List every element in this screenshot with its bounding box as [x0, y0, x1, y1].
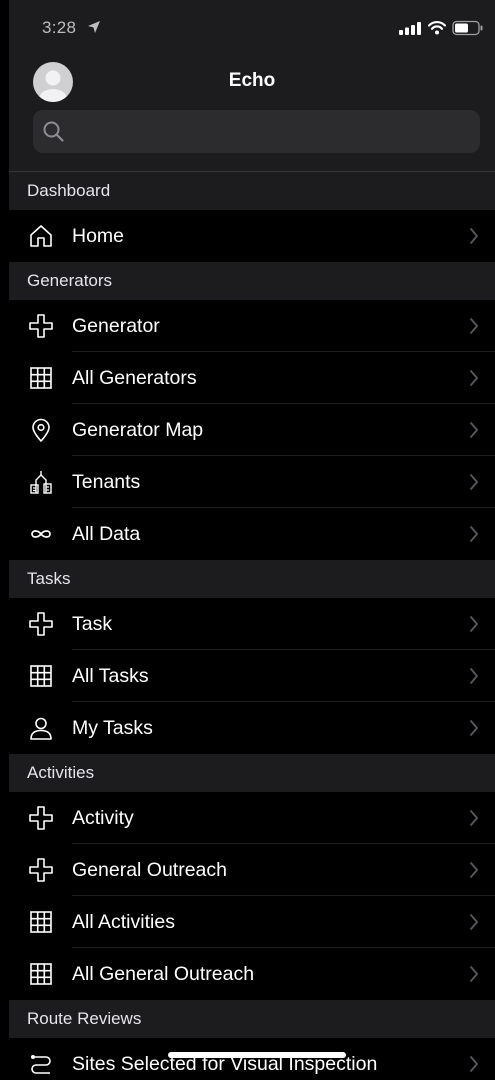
menu-item-all-data[interactable]: All Data	[9, 508, 495, 560]
infinity-icon	[31, 530, 51, 538]
grid-icon	[30, 911, 52, 933]
menu-list: Dashboard Home Generators Generator All Gene…	[9, 172, 495, 1080]
menu-item-all-activities[interactable]: All Activities	[9, 896, 495, 948]
menu-item-label: All Data	[72, 523, 141, 545]
route-icon	[31, 1055, 51, 1074]
menu-item-label: General Outreach	[72, 859, 228, 881]
wifi-icon	[428, 21, 446, 35]
menu-item-sites-selected-for-visual-inspection[interactable]: Sites Selected for Visual Inspection	[9, 1038, 495, 1080]
screen-left-edge	[0, 0, 9, 1080]
menu-item-label: All Generators	[72, 367, 197, 389]
page-title: Echo	[228, 70, 276, 91]
grid-icon	[30, 665, 52, 687]
menu-item-generator-map[interactable]: Generator Map	[9, 404, 495, 456]
menu-item-label: Generator Map	[72, 419, 204, 441]
search-bar[interactable]	[33, 110, 480, 155]
grid-icon	[30, 367, 52, 389]
chevron-right-icon	[470, 318, 478, 334]
menu-item-generator[interactable]: Generator	[9, 300, 495, 352]
menu-item-my-tasks[interactable]: My Tasks	[9, 702, 495, 754]
section-header-route-reviews: Route Reviews	[9, 1000, 495, 1038]
section-header-activities: Activities	[9, 754, 495, 792]
home-indicator[interactable]	[168, 1052, 346, 1058]
location-arrow-icon	[88, 21, 100, 33]
status-bar: 3:28	[9, 0, 495, 56]
status-time: 3:28	[42, 18, 77, 37]
menu-item-home[interactable]: Home	[9, 210, 495, 262]
plus-icon	[29, 612, 53, 636]
section-header-dashboard: Dashboard	[9, 172, 495, 210]
home-icon	[30, 225, 52, 247]
person-icon	[30, 717, 52, 740]
grid-icon	[30, 963, 52, 985]
chevron-right-icon	[470, 526, 478, 542]
chevron-right-icon	[470, 720, 478, 736]
menu-item-label: All General Outreach	[72, 963, 255, 985]
chevron-right-icon	[470, 228, 478, 244]
chevron-right-icon	[470, 966, 478, 982]
navigation-header: Echo	[9, 56, 495, 171]
search-input[interactable]	[73, 110, 472, 155]
menu-item-all-generators[interactable]: All Generators	[9, 352, 495, 404]
chevron-right-icon	[470, 914, 478, 930]
chevron-right-icon	[470, 810, 478, 826]
map-pin-icon	[32, 418, 50, 442]
menu-item-label: Home	[72, 225, 125, 247]
menu-item-label: Tenants	[72, 471, 141, 493]
menu-item-all-general-outreach[interactable]: All General Outreach	[9, 948, 495, 1000]
menu-item-label: Sites Selected for Visual Inspection	[72, 1053, 378, 1075]
menu-item-activity[interactable]: Activity	[9, 792, 495, 844]
menu-item-label: Activity	[72, 807, 134, 829]
chevron-right-icon	[470, 422, 478, 438]
section-header-generators: Generators	[9, 262, 495, 300]
menu-item-label: My Tasks	[72, 717, 153, 739]
search-icon	[43, 121, 64, 142]
menu-item-all-tasks[interactable]: All Tasks	[9, 650, 495, 702]
menu-item-label: All Activities	[72, 911, 175, 933]
plus-icon	[29, 314, 53, 338]
chevron-right-icon	[470, 1056, 478, 1072]
plus-icon	[29, 858, 53, 882]
chevron-right-icon	[470, 370, 478, 386]
battery-icon	[452, 20, 483, 36]
menu-item-label: All Tasks	[72, 665, 149, 687]
chevron-right-icon	[470, 616, 478, 632]
section-header-tasks: Tasks	[9, 560, 495, 598]
app-screen: 3:28 Echo Dashboard Home Generators Gene…	[0, 0, 495, 1080]
menu-item-tenants[interactable]: Tenants	[9, 456, 495, 508]
plus-icon	[29, 806, 53, 830]
buildings-icon	[30, 471, 52, 494]
menu-item-label: Task	[72, 613, 113, 635]
chevron-right-icon	[470, 862, 478, 878]
chevron-right-icon	[470, 474, 478, 490]
menu-item-general-outreach[interactable]: General Outreach	[9, 844, 495, 896]
chevron-right-icon	[470, 668, 478, 684]
menu-item-label: Generator	[72, 315, 160, 337]
cellular-signal-icon	[399, 22, 421, 35]
menu-item-task[interactable]: Task	[9, 598, 495, 650]
